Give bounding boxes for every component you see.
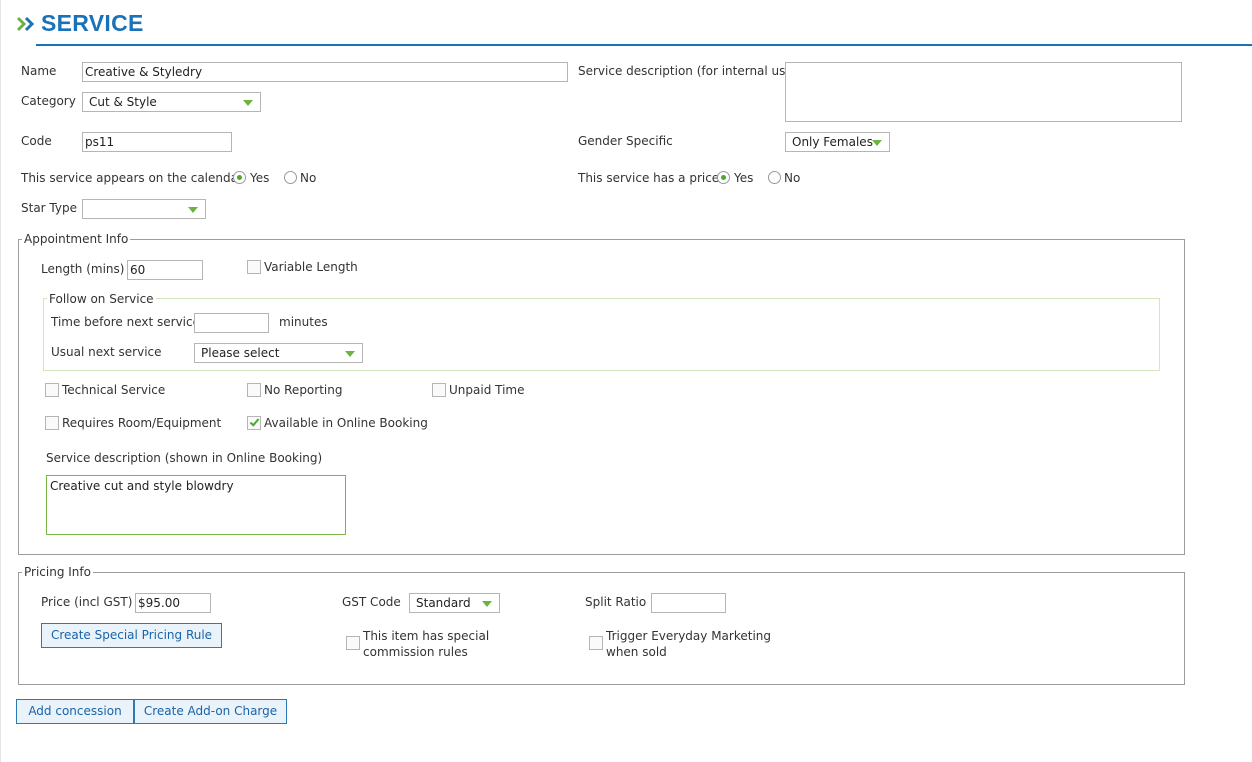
time-before-next-label: Time before next service <box>51 315 200 329</box>
no-reporting-checkbox[interactable] <box>247 383 261 397</box>
usual-next-service-select[interactable]: Please select <box>194 343 363 363</box>
add-concession-button[interactable]: Add concession <box>16 699 134 724</box>
calendar-no-radio[interactable] <box>284 171 297 184</box>
everyday-marketing-label-line2: when sold <box>606 645 667 659</box>
gst-code-label: GST Code <box>342 595 401 609</box>
double-chevron-right-icon <box>16 16 35 32</box>
gst-selected-value: Standard <box>416 596 471 610</box>
everyday-marketing-label: Trigger Everyday Marketing when sold <box>606 628 771 660</box>
appointment-info-legend: Appointment Info <box>22 232 131 246</box>
gender-specific-label: Gender Specific <box>578 134 673 148</box>
usual-next-service-label: Usual next service <box>51 345 162 359</box>
code-input[interactable] <box>82 132 232 152</box>
has-price-yes-radio[interactable] <box>717 171 730 184</box>
create-addon-charge-button[interactable]: Create Add-on Charge <box>134 699 287 724</box>
price-input[interactable] <box>135 593 211 613</box>
calendar-no-label: No <box>300 171 317 185</box>
special-commission-label-line2: commission rules <box>363 645 468 659</box>
unpaid-time-checkbox[interactable] <box>432 383 446 397</box>
split-ratio-label: Split Ratio <box>585 595 647 609</box>
technical-service-checkbox[interactable] <box>45 383 59 397</box>
technical-service-label: Technical Service <box>62 383 166 397</box>
star-type-label: Star Type <box>21 201 77 215</box>
has-price-no-radio[interactable] <box>768 171 781 184</box>
minutes-label: minutes <box>279 315 328 329</box>
usual-next-selected-value: Please select <box>201 346 280 360</box>
page-title: SERVICE <box>41 10 144 36</box>
category-label: Category <box>21 94 76 108</box>
chevron-down-icon <box>872 140 882 146</box>
left-border <box>0 0 1 762</box>
category-select[interactable]: Cut & Style <box>82 92 261 112</box>
everyday-marketing-checkbox[interactable] <box>589 636 603 650</box>
checkmark-icon <box>249 416 260 427</box>
length-label: Length (mins) <box>41 262 125 276</box>
pricing-info-legend: Pricing Info <box>22 565 93 579</box>
code-label: Code <box>21 134 52 148</box>
has-price-label: This service has a price <box>578 171 720 185</box>
category-selected-value: Cut & Style <box>89 95 157 109</box>
special-commission-label: This item has special commission rules <box>363 628 489 660</box>
calendar-yes-radio[interactable] <box>233 171 246 184</box>
internal-description-label: Service description (for internal use) <box>578 64 798 78</box>
online-description-label: Service description (shown in Online Boo… <box>46 451 323 465</box>
name-input[interactable] <box>82 62 568 82</box>
has-price-no-label: No <box>784 171 801 185</box>
price-label: Price (incl GST) <box>41 595 133 609</box>
no-reporting-label: No Reporting <box>264 383 343 397</box>
gender-specific-select[interactable]: Only Females <box>785 132 890 152</box>
chevron-down-icon <box>243 100 253 106</box>
calendar-label: This service appears on the calendar <box>21 171 243 185</box>
chevron-down-icon <box>188 207 198 213</box>
time-before-next-input[interactable] <box>194 313 269 333</box>
title-divider <box>36 44 1252 46</box>
gender-selected-value: Only Females <box>792 135 873 149</box>
chevron-down-icon <box>345 351 355 357</box>
internal-description-textarea[interactable] <box>785 62 1182 122</box>
split-ratio-input[interactable] <box>651 593 726 613</box>
special-commission-checkbox[interactable] <box>346 636 360 650</box>
name-label: Name <box>21 64 57 78</box>
gst-code-select[interactable]: Standard <box>409 593 500 613</box>
create-special-pricing-button[interactable]: Create Special Pricing Rule <box>41 623 222 648</box>
has-price-yes-label: Yes <box>734 171 754 185</box>
online-booking-checkbox[interactable] <box>247 416 261 430</box>
requires-room-label: Requires Room/Equipment <box>62 416 222 430</box>
everyday-marketing-label-line1: Trigger Everyday Marketing <box>606 629 771 643</box>
special-commission-label-line1: This item has special <box>363 629 490 643</box>
variable-length-checkbox[interactable] <box>247 260 261 274</box>
online-booking-label: Available in Online Booking <box>264 416 428 430</box>
follow-on-service-legend: Follow on Service <box>47 292 156 306</box>
requires-room-checkbox[interactable] <box>45 416 59 430</box>
chevron-down-icon <box>482 601 492 607</box>
length-input[interactable] <box>127 260 203 280</box>
star-type-select[interactable] <box>82 199 206 219</box>
online-description-textarea[interactable]: Creative cut and style blowdry <box>46 475 346 535</box>
unpaid-time-label: Unpaid Time <box>449 383 525 397</box>
variable-length-label: Variable Length <box>264 260 358 274</box>
calendar-yes-label: Yes <box>250 171 270 185</box>
